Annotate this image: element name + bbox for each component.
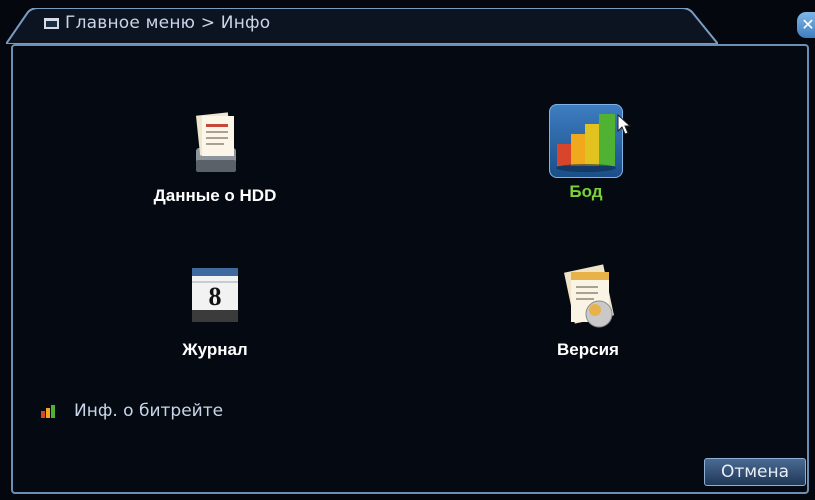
menu-item-label: Данные о HDD [153,186,277,205]
menu-item-hdd[interactable]: Данные о HDD [136,108,294,206]
menu-item-label: Версия [557,340,619,359]
close-button[interactable]: ✕ [797,12,815,38]
cancel-button[interactable]: Отмена [704,458,806,486]
menu-item-label: Журнал [182,340,248,359]
info-menu-window: Главное меню > Инфо ✕ Данные о HDD Бод 8… [0,0,815,500]
menu-item-version[interactable]: Версия [538,262,638,360]
window-icon [44,17,59,29]
main-panel [11,44,809,494]
bitrate-info-label: Инф. о битрейте [74,401,224,421]
bar-chart-icon [549,104,623,178]
hdd-report-icon [178,108,252,182]
page-title: Главное меню > Инфо [65,13,271,33]
close-icon: ✕ [801,15,815,34]
calendar-log-icon: 8 [178,262,252,336]
version-document-icon [551,262,625,336]
bitrate-bars-icon [41,405,55,418]
menu-item-label: Бод [569,182,603,201]
bitrate-info-link[interactable]: Инф. о битрейте [40,401,223,421]
title-bar: Главное меню > Инфо [44,13,270,33]
calendar-day: 8 [208,282,222,311]
mouse-cursor-icon [617,114,631,135]
menu-item-log[interactable]: 8 Журнал [165,262,265,360]
